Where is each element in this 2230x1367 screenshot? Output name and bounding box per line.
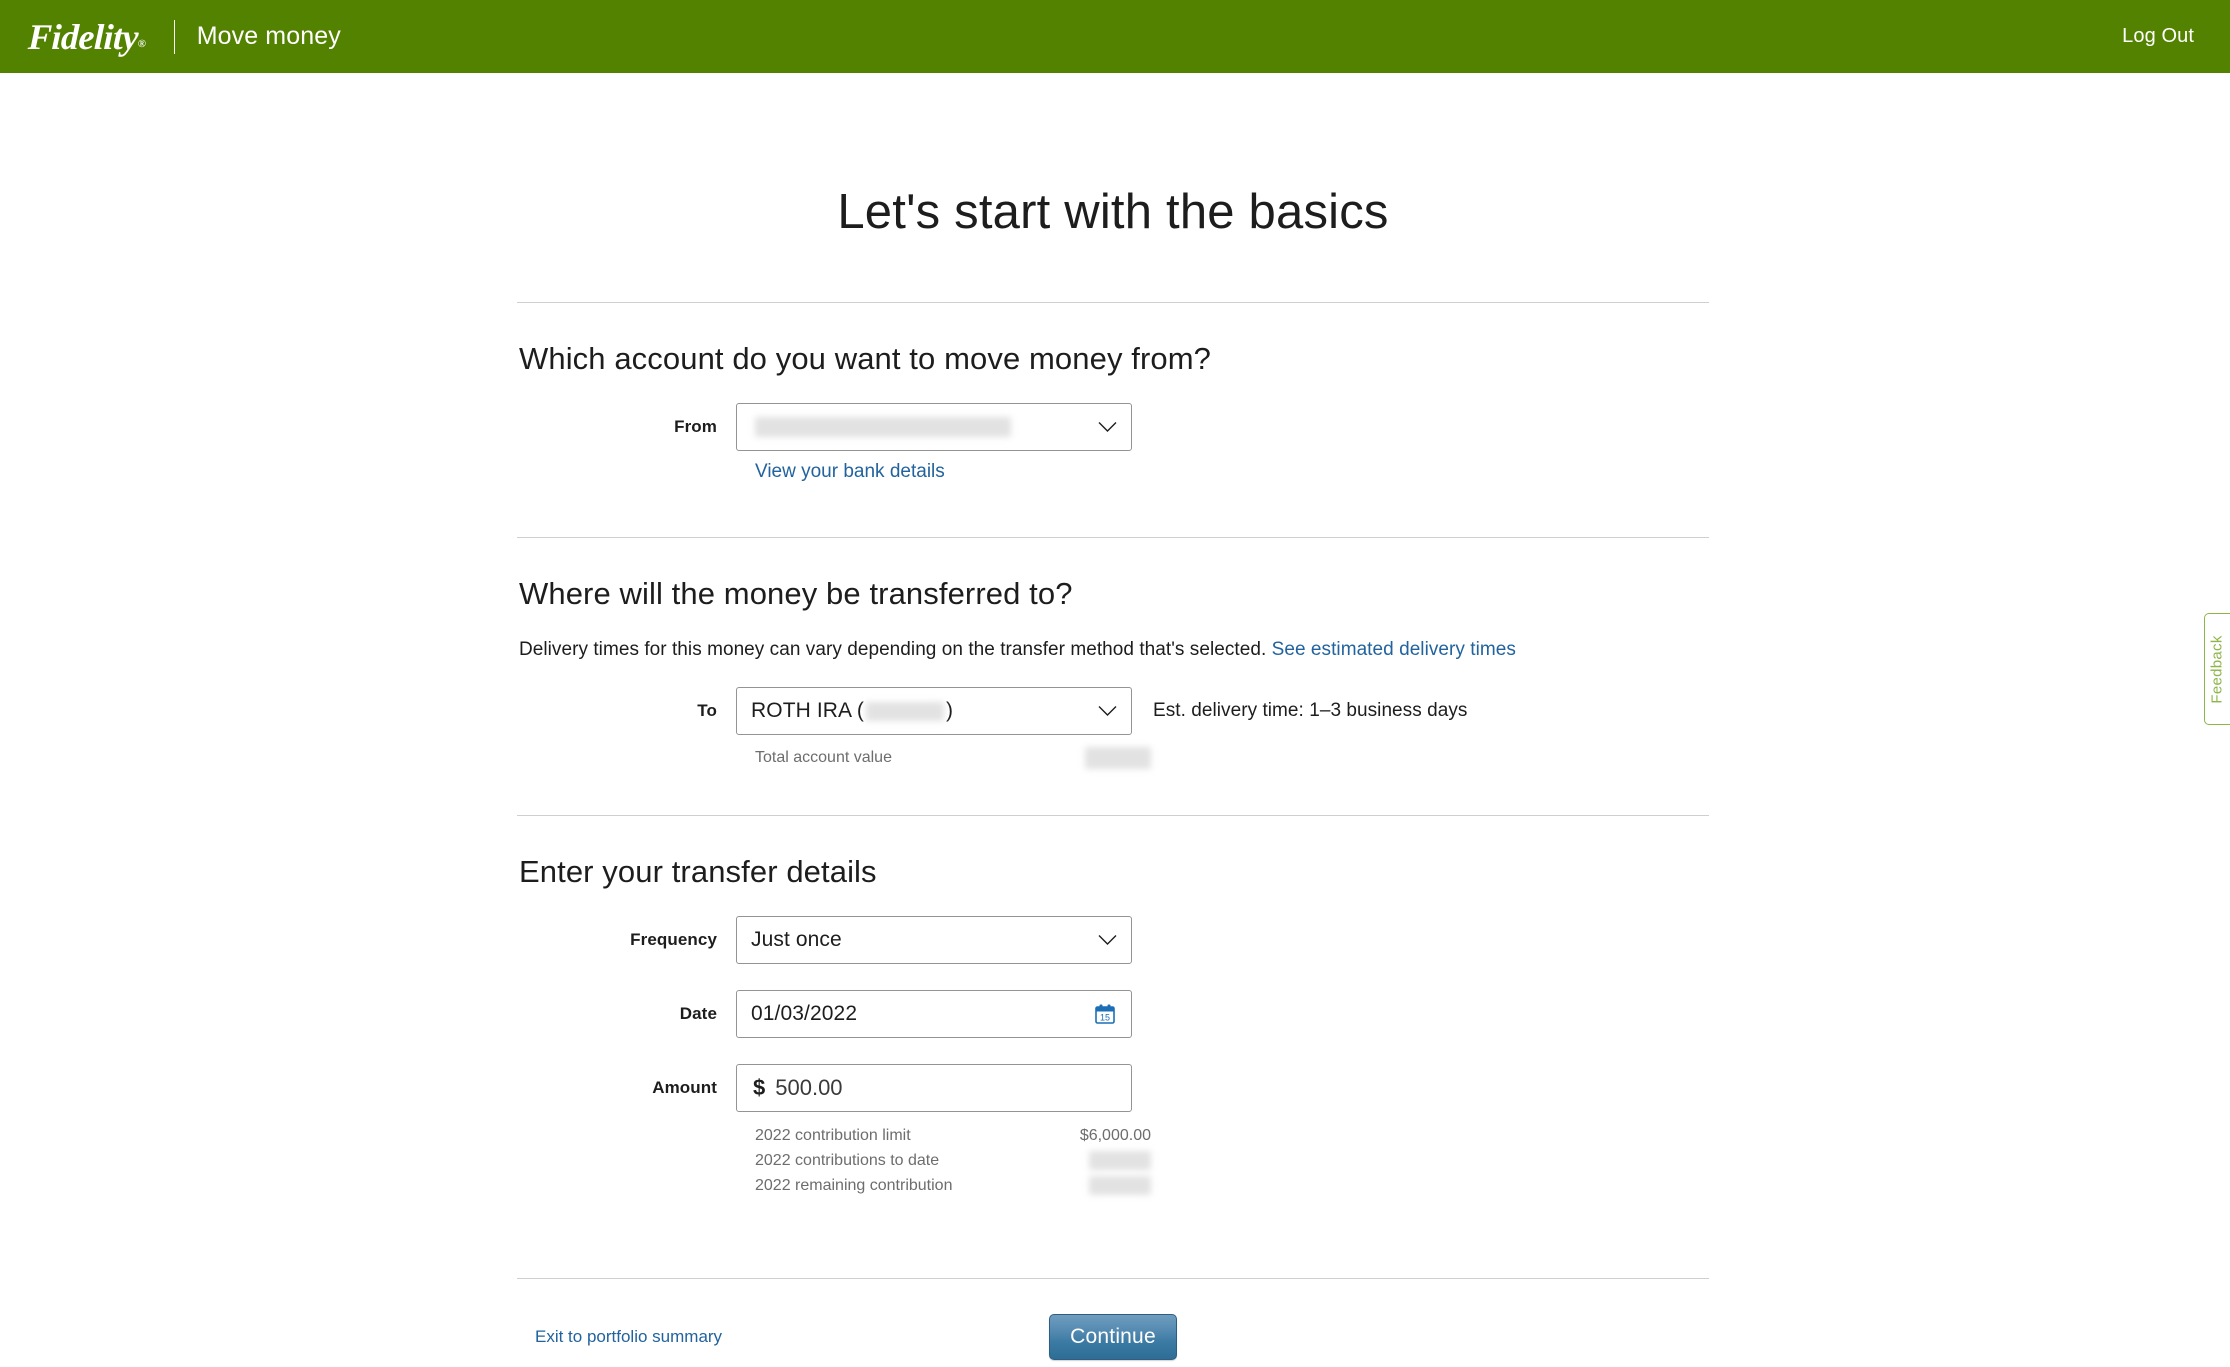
to-account-value: ROTH IRA (): [751, 699, 953, 723]
delivery-note: Delivery times for this money can vary d…: [519, 639, 1709, 661]
contribution-row: 2022 contribution limit $6,000.00: [755, 1123, 1151, 1148]
view-bank-details-link[interactable]: View your bank details: [755, 461, 945, 482]
calendar-icon[interactable]: 15: [1094, 1003, 1116, 1025]
chevron-down-icon: [1098, 421, 1117, 432]
delivery-estimate: Est. delivery time: 1–3 business days: [1153, 699, 1468, 721]
to-account-select[interactable]: ROTH IRA (): [736, 686, 1132, 735]
logout-link[interactable]: Log Out: [2122, 25, 2194, 48]
contribution-summary: 2022 contribution limit $6,000.00 2022 c…: [755, 1123, 1151, 1198]
total-account-value-label: Total account value: [755, 748, 892, 766]
fidelity-logo[interactable]: Fidelity®: [27, 16, 148, 57]
frequency-select[interactable]: Just once: [736, 915, 1132, 964]
date-field-row: Date 01/03/2022 15: [517, 989, 1709, 1038]
frequency-field-row: Frequency Just once: [517, 915, 1709, 964]
date-value: 01/03/2022: [751, 1001, 858, 1025]
from-field-label: From: [674, 416, 717, 436]
feedback-tab[interactable]: Feedback: [2204, 613, 2230, 725]
divider-top: [517, 301, 1709, 303]
to-account-suffix: ): [946, 698, 954, 722]
chevron-down-icon: [1098, 934, 1117, 945]
date-field-label: Date: [679, 1003, 717, 1023]
to-account-prefix: ROTH IRA (: [751, 698, 865, 722]
brand-divider: [173, 19, 175, 54]
divider-to-details: [517, 814, 1709, 816]
total-account-value-redacted: [1085, 746, 1151, 769]
amount-value: 500.00: [775, 1074, 843, 1100]
contribution-value: [1089, 1150, 1151, 1170]
feedback-tab-label: Feedback: [2209, 634, 2226, 704]
contribution-label: 2022 remaining contribution: [755, 1176, 953, 1194]
total-account-value-row: Total account value: [755, 746, 1151, 769]
from-account-value-redacted: [755, 416, 1011, 437]
calendar-day-number: 15: [1100, 1012, 1110, 1022]
amount-input[interactable]: $ 500.00: [736, 1063, 1132, 1112]
section-heading-details: Enter your transfer details: [519, 853, 877, 889]
delivery-note-text: Delivery times for this money can vary d…: [519, 638, 1267, 660]
frequency-field-label: Frequency: [630, 929, 717, 949]
contribution-label: 2022 contributions to date: [755, 1151, 940, 1169]
amount-field-row: Amount $ 500.00: [517, 1063, 1709, 1112]
chevron-down-icon: [1098, 705, 1117, 716]
contribution-row: 2022 contributions to date: [755, 1148, 1151, 1173]
contribution-value: [1089, 1175, 1151, 1195]
to-field-label: To: [697, 700, 717, 720]
date-input[interactable]: 01/03/2022 15: [736, 989, 1132, 1038]
page-body: Let's start with the basics Which accoun…: [0, 185, 2230, 1367]
app-header: Fidelity® Move money Log Out: [0, 0, 2230, 73]
from-field-row: From: [517, 402, 1709, 451]
see-delivery-times-link[interactable]: See estimated delivery times: [1272, 639, 1516, 660]
brand-area: Fidelity® Move money: [27, 16, 341, 57]
contribution-row: 2022 remaining contribution: [755, 1173, 1151, 1198]
divider-footer: [517, 1277, 1709, 1279]
page-title: Let's start with the basics: [837, 185, 1389, 239]
amount-field-label: Amount: [652, 1077, 717, 1097]
frequency-value: Just once: [751, 927, 842, 951]
from-account-select[interactable]: [736, 402, 1132, 451]
registered-mark-icon: ®: [137, 37, 146, 50]
continue-button[interactable]: Continue: [1049, 1313, 1177, 1360]
bank-details-link-wrap: View your bank details: [755, 461, 1709, 483]
currency-symbol: $: [753, 1074, 766, 1100]
section-heading-to: Where will the money be transferred to?: [519, 575, 1073, 611]
to-account-number-redacted: [866, 701, 945, 721]
fidelity-logo-text: Fidelity: [27, 16, 139, 57]
contribution-value-redacted: [1089, 1150, 1151, 1170]
exit-to-portfolio-summary-link[interactable]: Exit to portfolio summary: [535, 1327, 722, 1347]
contribution-value: $6,000.00: [1079, 1126, 1151, 1144]
to-field-row: To ROTH IRA () Est. delivery time: 1–3 b…: [517, 686, 1709, 735]
section-heading-from: Which account do you want to move money …: [519, 340, 1211, 376]
form-footer: Exit to portfolio summary Continue: [517, 1307, 1709, 1367]
content-wrapper: Let's start with the basics Which accoun…: [517, 185, 1709, 1367]
app-title: Move money: [196, 22, 341, 50]
contribution-label: 2022 contribution limit: [755, 1126, 911, 1144]
divider-from-to: [517, 536, 1709, 538]
total-account-value-amount: [1085, 746, 1151, 769]
contribution-value-redacted: [1089, 1175, 1151, 1195]
